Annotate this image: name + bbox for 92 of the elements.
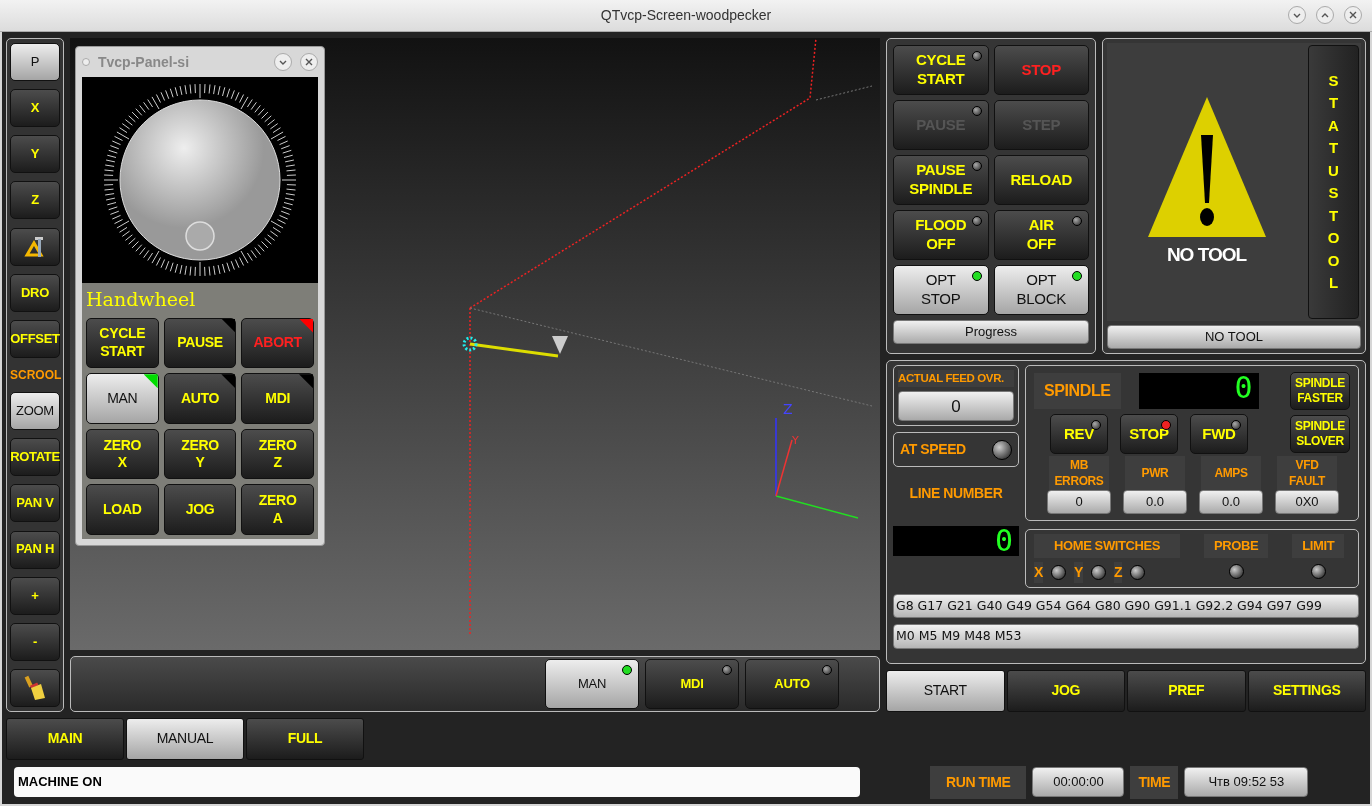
status-message: MACHINE ON [14, 767, 860, 797]
tool-name-field: NO TOOL [1107, 325, 1361, 349]
sidebar-button[interactable]: Z [10, 181, 60, 220]
control-button[interactable]: RELOAD [993, 155, 1089, 205]
spindle-faster-button[interactable]: SPINDLE FASTER [1290, 372, 1350, 410]
status-tool-label: STATUS TOOL [1308, 45, 1359, 319]
run-time-label: RUN TIME [930, 765, 1027, 799]
sidebar-button[interactable]: DRO [10, 273, 60, 312]
at-speed-label: AT SPEED [900, 440, 966, 460]
control-button[interactable]: FLOOD OFF [893, 210, 989, 260]
spindle-slower-button[interactable]: SPINDLE SLOVER [1290, 415, 1350, 453]
clock-value: Чтв 09:52 53 [1184, 767, 1309, 797]
tab[interactable]: MANUAL [126, 718, 244, 760]
line-number-label: LINE NUMBER [908, 484, 1004, 504]
sidebar-button[interactable]: X [10, 89, 60, 128]
sidebar-button[interactable]: P [10, 43, 60, 81]
panel-button[interactable]: ZERO Z [241, 428, 314, 480]
readout-label: MB ERRORS [1049, 456, 1109, 490]
panel-button[interactable]: PAUSE [163, 317, 237, 369]
spindle-button[interactable]: FWD [1190, 414, 1248, 454]
gcode-field: G8 G17 G21 G40 G49 G54 G64 G80 G90 G91.1 G92.2 G94 G97 G99 [893, 593, 1359, 619]
probe-label: PROBE [1204, 534, 1269, 558]
control-button[interactable]: OPT STOP [893, 265, 989, 315]
readout-value: 0X0 [1275, 490, 1339, 514]
limit-label: LIMIT [1292, 534, 1345, 558]
panel-button[interactable]: MDI [241, 373, 314, 424]
readout-label: PWR [1125, 456, 1185, 490]
panel-button[interactable]: JOG [163, 484, 237, 535]
feed-override-label: ACTUAL FEED OVR. [898, 370, 1014, 388]
close-icon [303, 56, 315, 68]
control-button[interactable]: AIR OFF [993, 210, 1089, 260]
caliper-icon [24, 234, 46, 259]
tab[interactable]: JOG [1006, 670, 1125, 712]
readout-label: VFD FAULT [1277, 456, 1337, 490]
panel-title: Tvcp-Panel-si [98, 52, 191, 72]
setup-tool-button[interactable] [10, 227, 60, 266]
panel-button[interactable]: ZERO X [86, 428, 159, 480]
spindle-button[interactable]: REV [1050, 414, 1108, 454]
mode-button[interactable]: MAN [545, 659, 639, 709]
clear-button[interactable] [10, 668, 60, 707]
sidebar-button[interactable]: ZOOM [10, 392, 60, 431]
axis-label: Z [1113, 561, 1123, 583]
mcode-field: M0 M5 M9 M48 M53 [893, 624, 1359, 649]
readout-value: 0 [1047, 490, 1111, 514]
close-button[interactable] [1344, 6, 1362, 24]
control-button[interactable]: OPT BLOCK [993, 265, 1089, 315]
readout-value: 0.0 [1199, 490, 1263, 514]
sidebar-button[interactable]: Y [10, 135, 60, 174]
axes-drawing: Z Y [775, 401, 859, 519]
sidebar-button[interactable]: OFFSET [10, 319, 60, 358]
3d-preview[interactable]: Z Y Tvcp-Panel-si Handwheel CYCLE START PAUSE ABORT MAN AUTO MDI ZERO X ZERO Y ZERO Z LOAD JOG ZERO A [70, 38, 880, 650]
panel-button[interactable]: ZERO Y [163, 428, 237, 480]
mode-button[interactable]: AUTO [745, 659, 839, 709]
sidebar-button[interactable]: PAN V [10, 484, 60, 523]
readout-label: AMPS [1201, 456, 1261, 490]
sidebar-button[interactable]: ROTATE [10, 438, 60, 477]
spindle-label: SPINDLE [1034, 373, 1121, 409]
handwheel-label: Handwheel [82, 283, 318, 316]
tab[interactable]: PREF [1127, 670, 1246, 712]
window-dot-icon [82, 58, 90, 66]
sidebar-button[interactable]: - [10, 622, 60, 661]
panel-button[interactable]: LOAD [86, 484, 159, 535]
progress-label: Progress [965, 323, 1017, 342]
line-number-display: 0 [893, 526, 1019, 557]
tab[interactable]: FULL [246, 718, 364, 760]
control-button[interactable]: PAUSE SPINDLE [893, 155, 989, 205]
broom-icon [23, 673, 47, 702]
scroll-label: SCROOL [10, 367, 60, 384]
window-title: QTvcp-Screen-woodpecker [600, 6, 772, 25]
tool-status: NO TOOL [1166, 242, 1247, 267]
panel-button[interactable]: ZERO A [241, 484, 314, 535]
mode-button[interactable]: MDI [645, 659, 739, 709]
readout-value: 0.0 [1123, 490, 1187, 514]
control-button[interactable]: CYCLE START [893, 45, 989, 95]
spindle-button[interactable]: STOP [1120, 414, 1178, 454]
tab[interactable]: START [886, 670, 1005, 712]
sidebar-button[interactable]: + [10, 576, 60, 615]
spindle-speed-display: 0 [1138, 373, 1259, 409]
panel-button[interactable]: AUTO [163, 373, 237, 424]
panel-button[interactable]: MAN [86, 373, 159, 424]
time-label: TIME [1130, 765, 1179, 799]
close-button[interactable] [300, 53, 318, 71]
home-switches-label: HOME SWITCHES [1034, 534, 1181, 558]
close-icon [1347, 9, 1359, 21]
sidebar-button[interactable]: PAN H [10, 530, 60, 569]
tab[interactable]: SETTINGS [1247, 670, 1366, 712]
axis-label: X [1034, 561, 1043, 583]
run-time-value: 00:00:00 [1032, 767, 1125, 797]
feed-override-value: 0 [898, 391, 1014, 422]
panel-button[interactable]: CYCLE START [86, 317, 159, 369]
axis-label: Y [1073, 561, 1083, 583]
tab[interactable]: MAIN [6, 718, 124, 760]
